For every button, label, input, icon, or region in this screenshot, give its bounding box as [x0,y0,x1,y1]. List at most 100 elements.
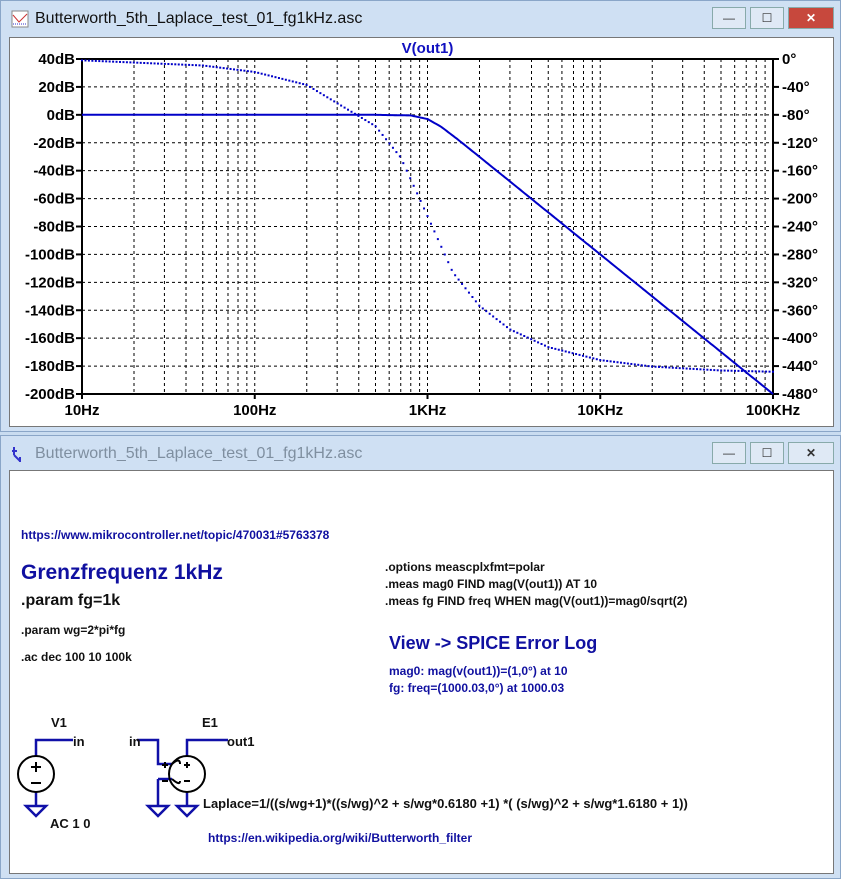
phase-trace-point [454,274,457,277]
phase-trace-point [274,76,277,79]
phase-trace-point [388,142,391,145]
y-right-tick-label: -280° [782,246,818,263]
meas-fg-directive: .meas fg FIND freq WHEN mag(V(out1))=mag… [385,594,688,608]
phase-trace-point [530,338,533,341]
phase-trace-point [758,370,761,373]
phase-trace-point [682,367,685,370]
phase-trace-point [516,331,519,334]
title-bar[interactable]: Butterworth_5th_Laplace_test_01_fg1kHz.a… [1,1,840,37]
mag0-result-comment: mag0: mag(v(out1))=(1,0°) at 10 [389,664,568,678]
phase-trace-point [87,59,90,62]
v1-value[interactable]: AC 1 0 [50,816,90,831]
title-bar[interactable]: Butterworth_5th_Laplace_test_01_fg1kHz.a… [1,436,840,472]
phase-trace-point [298,82,301,85]
phase-trace-point [419,199,422,202]
phase-trace-point [571,352,574,355]
phase-trace-point [485,310,488,313]
ground-symbol [173,804,201,818]
bode-plot[interactable]: V(out1) 40dB 0° 20dB -40° 0dB -80° -20dB -120° -4… [10,38,833,426]
minimize-button[interactable]: — [712,442,746,464]
phase-trace-point [257,71,260,74]
schematic-canvas[interactable]: https://www.mikrocontroller.net/topic/47… [9,470,834,874]
phase-trace-point [450,268,453,271]
phase-trace-point [271,75,274,78]
y-left-tick-label: -40dB [33,163,75,180]
phase-trace-point [239,69,242,72]
phase-trace-point [350,110,353,113]
phase-trace-point [170,63,173,66]
phase-trace-point [146,62,149,65]
phase-trace-point [692,367,695,370]
phase-trace-point [395,151,398,154]
meas-mag0-directive: .meas mag0 FIND mag(V(out1)) AT 10 [385,577,598,591]
fg-result-comment: fg: freq=(1000.03,0°) at 1000.03 [389,681,565,695]
phase-trace-point [115,60,118,63]
param-fg-directive: .param fg=1k [21,592,121,609]
e1-input-net-label[interactable]: in [129,734,141,749]
phase-trace-point [630,362,633,365]
ground-symbol [144,804,172,818]
phase-trace-point [619,361,622,364]
v1-net-label[interactable]: in [73,734,85,749]
phase-trace-point [295,81,298,84]
phase-trace-point [385,138,388,141]
phase-trace-point [716,369,719,372]
maximize-button[interactable]: ☐ [750,442,784,464]
e1-label[interactable]: E1 [202,715,218,730]
phase-trace-point [695,368,698,371]
phase-trace-point [219,66,222,69]
close-button[interactable]: ✕ [788,442,834,464]
phase-trace-point [98,60,101,63]
phase-trace-point [416,192,419,195]
phase-trace-point [733,369,736,372]
phase-trace-point [181,63,184,66]
y-left-tick-label: -160dB [25,330,75,347]
phase-trace-point [488,312,491,315]
phase-trace-point [671,366,674,369]
phase-trace-point [547,346,550,349]
phase-trace-point [367,121,370,124]
y-right-tick-label: -200° [782,191,818,208]
phase-trace-point [139,61,142,64]
phase-trace-point [284,78,287,81]
phase-trace-point [440,245,443,248]
phase-trace-point [429,222,432,225]
phase-trace-point [319,92,322,95]
y-left-tick-label: -80dB [33,219,75,236]
y-right-tick-label: -400° [782,330,818,347]
phase-trace-point [633,363,636,366]
phase-trace-point [464,287,467,290]
phase-trace-point [606,359,609,362]
phase-trace-point [212,65,215,68]
phase-trace-point [336,102,339,105]
phase-trace-point [412,184,415,187]
schematic-window: Butterworth_5th_Laplace_test_01_fg1kHz.a… [0,435,841,879]
close-button[interactable]: ✕ [788,7,834,29]
phase-trace-point [94,59,97,62]
x-tick-label: 10Hz [64,402,99,419]
phase-trace-point [222,67,225,70]
phase-trace-point [423,207,426,210]
phase-trace-point [661,366,664,369]
phase-trace-point [581,354,584,357]
phase-trace-point [108,60,111,63]
e1-output-net-label[interactable]: out1 [227,734,254,749]
phase-trace-point [595,358,598,361]
phase-trace-point [706,368,709,371]
phase-trace-point [626,362,629,365]
chart-title: V(out1) [402,40,454,57]
minimize-button[interactable]: — [712,7,746,29]
phase-trace-point [157,62,160,65]
phase-trace-point [150,62,153,65]
v1-label[interactable]: V1 [51,715,67,730]
plot-window: Butterworth_5th_Laplace_test_01_fg1kHz.a… [0,0,841,432]
plot-pane[interactable]: V(out1) 40dB 0° 20dB -40° 0dB -80° -20dB -120° -4… [9,37,834,427]
y-left-tick-label: 20dB [38,79,75,96]
y-right-tick-label: -160° [782,163,818,180]
vcvs-input-leads [171,759,181,785]
y-right-tick-label: -480° [782,386,818,403]
maximize-button[interactable]: ☐ [750,7,784,29]
phase-trace-point [668,366,671,369]
phase-trace-point [505,326,508,329]
laplace-expression[interactable]: Laplace=1/((s/wg+1)*((s/wg)^2 + s/wg*0.6… [203,796,688,811]
